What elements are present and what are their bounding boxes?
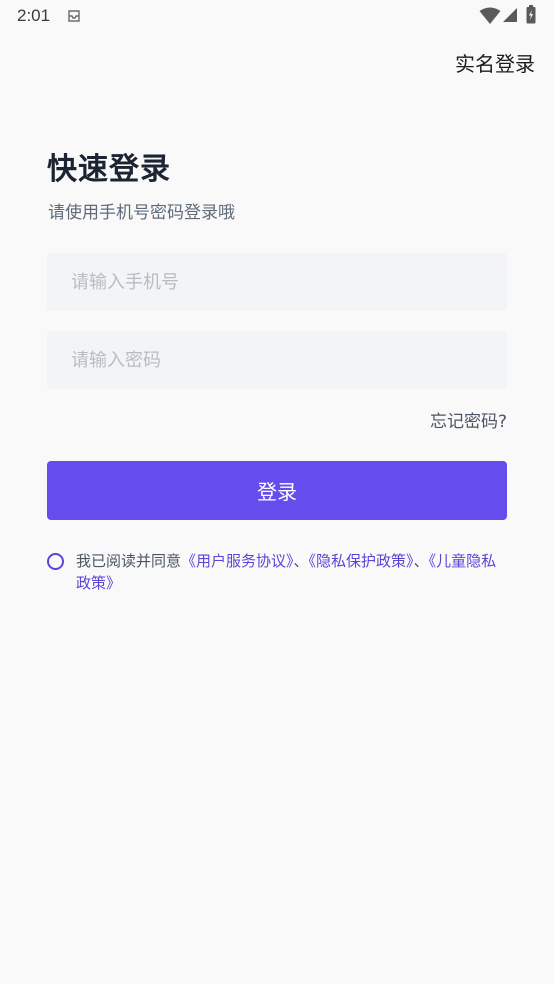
page-title: 快速登录 [47, 152, 171, 187]
battery-icon [526, 5, 536, 24]
agreement-row: 我已阅读并同意《用户服务协议》、《隐私保护政策》、《儿童隐私政策》 [47, 550, 517, 594]
login-screen: 2:01 实名登录 快速登录 请使用手机号密码登录哦 忘记密码? 登录 我已阅读… [0, 0, 554, 984]
page-subtitle: 请使用手机号密码登录哦 [48, 203, 235, 223]
signal-icon [503, 8, 517, 22]
login-button[interactable]: 登录 [47, 461, 507, 520]
privacy-policy-link[interactable]: 《隐私保护政策》 [309, 552, 414, 570]
phone-input[interactable] [47, 253, 507, 311]
agreement-separator: 、 [413, 552, 429, 570]
user-agreement-link[interactable]: 《用户服务协议》 [181, 552, 294, 570]
agreement-text: 我已阅读并同意《用户服务协议》、《隐私保护政策》、《儿童隐私政策》 [76, 550, 508, 594]
agreement-prefix: 我已阅读并同意 [76, 552, 182, 570]
agreement-separator: 、 [293, 552, 309, 570]
realname-login-link[interactable]: 实名登录 [455, 48, 535, 77]
wifi-icon [479, 7, 501, 24]
password-input[interactable] [47, 331, 507, 389]
forgot-password-link[interactable]: 忘记密码? [430, 407, 507, 432]
status-bar: 2:01 [0, 0, 554, 32]
notification-icon [68, 10, 80, 22]
agree-radio[interactable] [47, 553, 64, 570]
status-time: 2:01 [17, 6, 51, 25]
